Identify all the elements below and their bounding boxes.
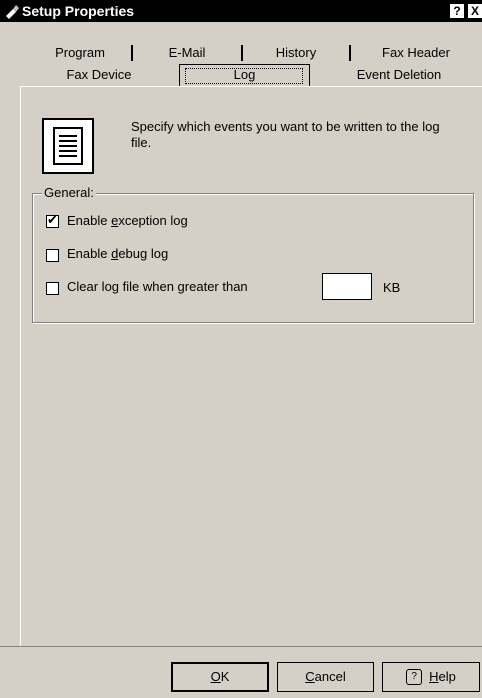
- tab-separator: [131, 45, 133, 61]
- enable-debug-log-label[interactable]: Enable debug log: [67, 246, 168, 262]
- clear-log-file-label[interactable]: Clear log file when greater than: [67, 279, 248, 295]
- clear-log-file-checkbox[interactable]: [46, 282, 59, 295]
- tab-separator: [241, 45, 243, 61]
- tab-program[interactable]: Program: [30, 42, 130, 64]
- properties-icon: [4, 3, 20, 19]
- accelerator-key: O: [210, 669, 221, 684]
- tab-history[interactable]: History: [245, 42, 347, 64]
- tab-fax-device[interactable]: Fax Device: [24, 64, 174, 86]
- cancel-button[interactable]: Cancel: [277, 662, 374, 692]
- enable-exception-log-checkbox[interactable]: ✔: [46, 212, 59, 228]
- title-bar[interactable]: Setup Properties ? X: [0, 0, 482, 22]
- tab-fax-header[interactable]: Fax Header: [355, 42, 477, 64]
- tab-row-bottom: Fax Device Log Event Deletion: [0, 64, 482, 86]
- setup-properties-dialog: Setup Properties ? X Program E-Mail Hist…: [0, 0, 482, 698]
- general-group-label: General:: [42, 185, 96, 201]
- log-size-input[interactable]: [322, 273, 372, 300]
- enable-debug-log-checkbox[interactable]: [46, 249, 59, 262]
- tab-event-deletion[interactable]: Event Deletion: [320, 64, 478, 86]
- ok-button[interactable]: OK: [171, 662, 269, 692]
- divider: [0, 646, 482, 647]
- help-titlebar-button[interactable]: ?: [449, 3, 465, 19]
- label-text: Enable: [67, 246, 112, 261]
- tab-log[interactable]: Log: [181, 64, 308, 86]
- label-text: xception log: [118, 213, 188, 228]
- label-text: ebug log: [118, 246, 169, 261]
- label-text: Enable: [67, 213, 112, 228]
- button-label: K: [220, 669, 230, 684]
- log-file-icon: [42, 118, 94, 174]
- button-label: ancel: [314, 669, 346, 684]
- accelerator-key: C: [305, 669, 315, 684]
- log-description: Specify which events you want to be writ…: [131, 119, 440, 150]
- tab-separator: [349, 45, 351, 61]
- size-unit-label: KB: [383, 280, 401, 295]
- enable-exception-log-label[interactable]: Enable exception log: [67, 213, 188, 229]
- window-title: Setup Properties: [22, 3, 135, 19]
- button-label: elp: [438, 669, 456, 684]
- tab-row-top: Program E-Mail History Fax Header: [0, 42, 482, 64]
- help-icon: ?: [406, 668, 423, 685]
- accelerator-key: H: [429, 669, 439, 684]
- tab-email[interactable]: E-Mail: [137, 42, 237, 64]
- help-button[interactable]: ? Help: [382, 662, 480, 692]
- checkmark-icon: ✔: [47, 212, 58, 227]
- close-button[interactable]: X: [467, 3, 482, 19]
